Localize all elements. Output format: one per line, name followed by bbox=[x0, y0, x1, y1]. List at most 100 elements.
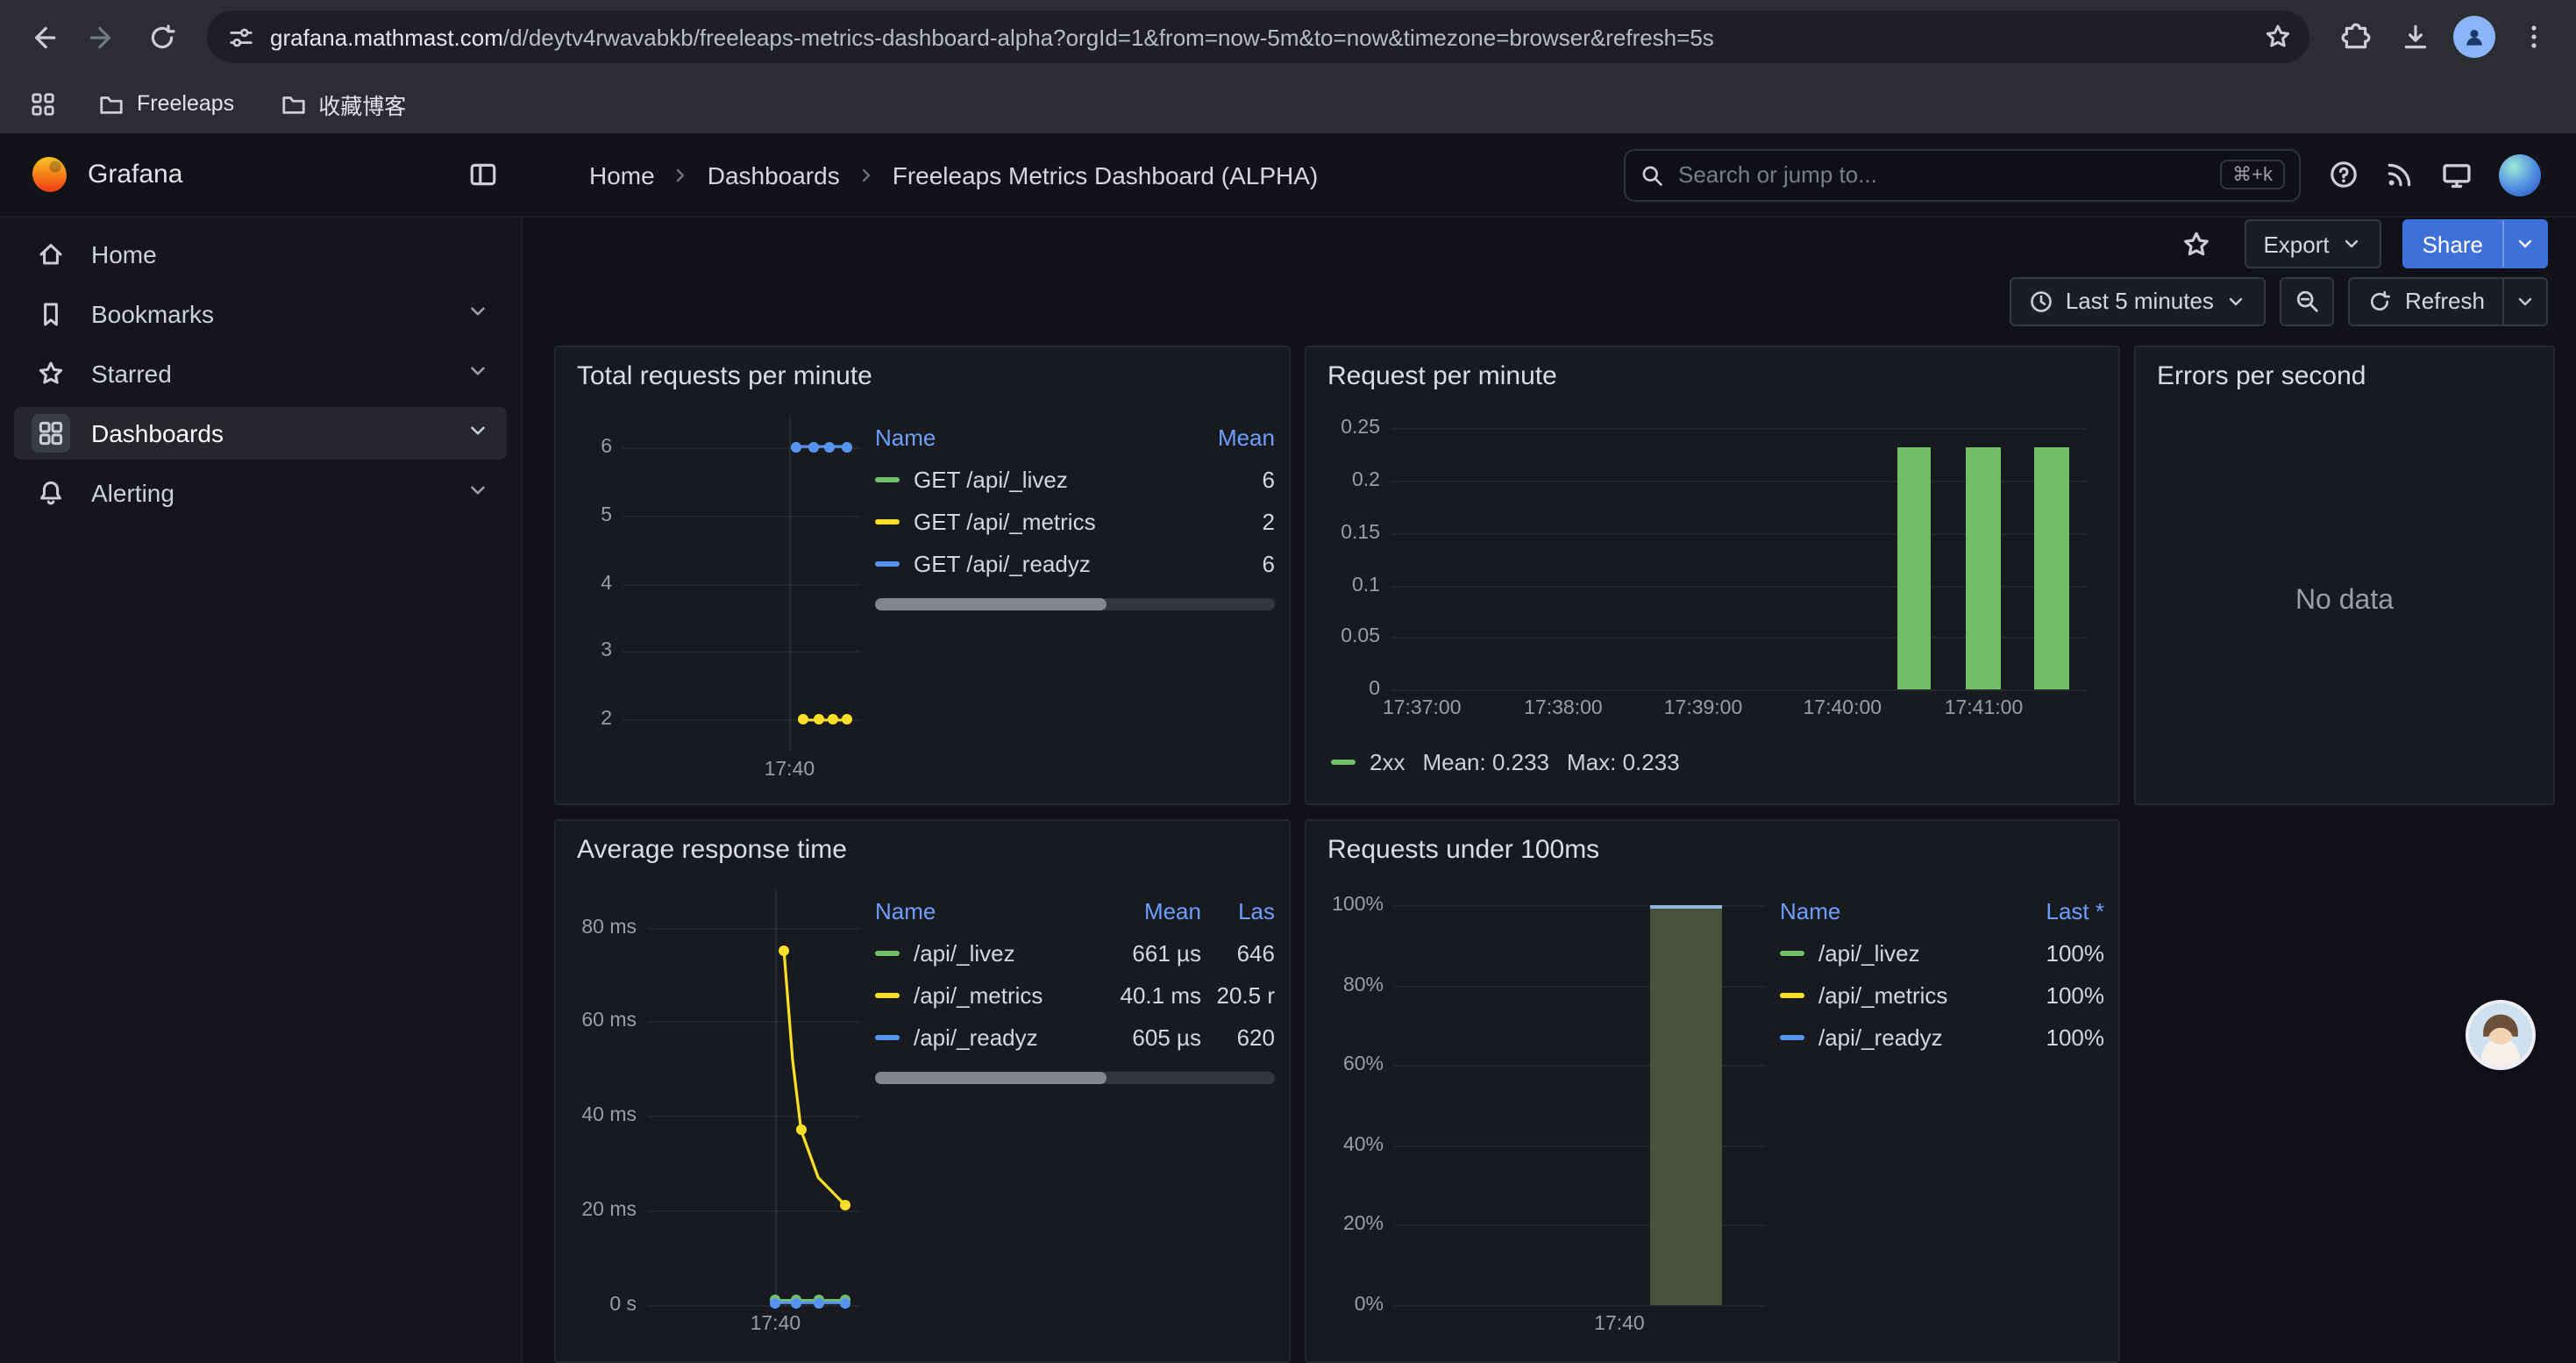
extensions-puzzle-icon[interactable] bbox=[2327, 9, 2383, 65]
sidebar-item-label: Bookmarks bbox=[91, 300, 214, 328]
chevron-down-icon bbox=[2515, 234, 2536, 255]
x-axis-label: 17:40 bbox=[751, 1316, 801, 1336]
reload-button[interactable] bbox=[133, 9, 189, 65]
panel-total-requests: Total requests per minute 2345617:40 Nam… bbox=[554, 346, 1291, 805]
bar-chart[interactable]: 00.050.10.150.20.2517:37:0017:38:0017:39… bbox=[1320, 402, 2104, 735]
grafana-logo[interactable] bbox=[28, 153, 70, 196]
back-button[interactable] bbox=[14, 9, 70, 65]
sidebar-item-label: Home bbox=[91, 240, 157, 268]
legend-mean-value: 661 µs bbox=[1089, 939, 1201, 966]
legend-row: GET /api/_metrics 2 bbox=[875, 500, 1275, 542]
panel-title[interactable]: Average response time bbox=[556, 821, 1289, 872]
scrollbar-thumb[interactable] bbox=[875, 598, 1107, 610]
legend-last-value: 20.5 r bbox=[1201, 981, 1275, 1008]
site-info-tune-icon[interactable] bbox=[228, 24, 254, 50]
share-split-button: Share bbox=[2403, 220, 2548, 269]
search-box[interactable]: ⌘+k bbox=[1624, 148, 2301, 201]
floating-avatar-widget[interactable] bbox=[2466, 1000, 2536, 1070]
legend-series-label[interactable]: 2xx bbox=[1331, 749, 1405, 775]
chart-bar bbox=[1896, 446, 1932, 689]
legend-series-label[interactable]: /api/_livez bbox=[875, 939, 1089, 966]
legend-row: /api/_readyz 100% bbox=[1780, 1016, 2104, 1058]
legend-header-last[interactable]: Last * bbox=[2017, 897, 2104, 924]
url-bar[interactable]: grafana.mathmast.com/d/deytv4rwavabkb/fr… bbox=[207, 11, 2309, 63]
series-name: /api/_metrics bbox=[914, 981, 1042, 1008]
legend-header-name[interactable]: Name bbox=[875, 424, 1180, 450]
legend-series-label[interactable]: GET /api/_livez bbox=[875, 466, 1180, 492]
x-axis-label: 17:37:00 bbox=[1383, 700, 1462, 720]
refresh-button[interactable]: Refresh bbox=[2349, 277, 2504, 326]
panel-title[interactable]: Request per minute bbox=[1306, 347, 2118, 398]
legend-header-last[interactable]: Las bbox=[1201, 897, 1275, 924]
panel-title[interactable]: Errors per second bbox=[2136, 347, 2553, 398]
legend-value: 6 bbox=[1180, 550, 1275, 576]
bookmark-item-freeleaps[interactable]: Freeleaps bbox=[84, 83, 248, 124]
legend-header-name[interactable]: Name bbox=[1780, 897, 2017, 924]
time-range-picker[interactable]: Last 5 minutes bbox=[2010, 277, 2266, 326]
export-button[interactable]: Export bbox=[2244, 220, 2381, 269]
chevron-down-icon[interactable] bbox=[466, 479, 489, 507]
help-icon[interactable] bbox=[2329, 160, 2359, 189]
legend-scrollbar[interactable] bbox=[875, 1072, 1275, 1084]
brand-area: Grafana bbox=[0, 153, 523, 196]
timeseries-chart[interactable]: 0 s20 ms40 ms60 ms80 ms17:40 bbox=[570, 875, 875, 1351]
panel-left-toggle-icon[interactable] bbox=[468, 160, 498, 189]
monitor-icon[interactable] bbox=[2441, 159, 2473, 190]
timeseries-chart[interactable]: 2345617:40 bbox=[570, 402, 875, 793]
rss-news-icon[interactable] bbox=[2385, 160, 2415, 189]
y-axis-label: 100% bbox=[1320, 896, 1384, 917]
share-button[interactable]: Share bbox=[2403, 220, 2502, 269]
search-input[interactable] bbox=[1678, 161, 2206, 188]
zoom-out-button[interactable] bbox=[2281, 277, 2335, 326]
sidebar-item-alerting[interactable]: Alerting bbox=[14, 467, 507, 519]
series-line bbox=[623, 416, 861, 751]
apps-grid-icon[interactable] bbox=[18, 79, 67, 128]
star-icon bbox=[32, 354, 70, 393]
sidebar-item-bookmarks[interactable]: Bookmarks bbox=[14, 288, 507, 340]
panels-grid: Total requests per minute 2345617:40 Nam… bbox=[523, 332, 2576, 1363]
browser-profile-avatar[interactable] bbox=[2446, 9, 2502, 65]
refresh-interval-button[interactable] bbox=[2504, 277, 2548, 326]
legend-series-label[interactable]: GET /api/_readyz bbox=[875, 550, 1180, 576]
y-axis-label: 80% bbox=[1320, 976, 1384, 996]
sidebar-item-dashboards[interactable]: Dashboards bbox=[14, 407, 507, 460]
chevron-down-icon[interactable] bbox=[466, 360, 489, 388]
browser-menu-dots-icon[interactable] bbox=[2506, 9, 2562, 65]
legend-header-mean[interactable]: Mean bbox=[1089, 897, 1201, 924]
bookmark-star-icon[interactable] bbox=[2253, 12, 2302, 61]
panel-title[interactable]: Requests under 100ms bbox=[1306, 821, 2118, 872]
legend-series-label[interactable]: /api/_metrics bbox=[1780, 981, 2017, 1008]
scrollbar-thumb[interactable] bbox=[875, 1072, 1107, 1084]
legend-series-label[interactable]: /api/_readyz bbox=[1780, 1024, 2017, 1050]
bar-chart[interactable]: 0%20%40%60%80%100%17:40 bbox=[1320, 875, 1780, 1351]
legend-value: 2 bbox=[1180, 508, 1275, 534]
legend-series-label[interactable]: /api/_metrics bbox=[875, 981, 1089, 1008]
series-name: GET /api/_readyz bbox=[914, 550, 1091, 576]
legend-series-label[interactable]: /api/_readyz bbox=[875, 1024, 1089, 1050]
dashboard-content: Export Share Last 5 minutes bbox=[523, 218, 2576, 1363]
x-axis-label: 17:41:00 bbox=[1945, 700, 2024, 720]
legend-series-label[interactable]: /api/_livez bbox=[1780, 939, 2017, 966]
chevron-down-icon[interactable] bbox=[466, 419, 489, 447]
sidebar-item-home[interactable]: Home bbox=[14, 228, 507, 281]
user-avatar[interactable] bbox=[2499, 153, 2541, 196]
series-name: /api/_livez bbox=[914, 939, 1015, 966]
share-menu-button[interactable] bbox=[2502, 220, 2548, 269]
downloads-button[interactable] bbox=[2387, 9, 2443, 65]
breadcrumb-dashboards[interactable]: Dashboards bbox=[708, 161, 840, 189]
legend-mean-value: 605 µs bbox=[1089, 1024, 1201, 1050]
breadcrumb-home[interactable]: Home bbox=[589, 161, 655, 189]
panel-title[interactable]: Total requests per minute bbox=[556, 347, 1289, 398]
y-axis-label: 0.25 bbox=[1320, 420, 1380, 440]
legend-series-label[interactable]: GET /api/_metrics bbox=[875, 508, 1180, 534]
chevron-down-icon bbox=[2226, 291, 2247, 312]
legend-header-name[interactable]: Name bbox=[875, 897, 1089, 924]
forward-button[interactable] bbox=[74, 9, 130, 65]
chevron-down-icon[interactable] bbox=[466, 300, 489, 328]
favorite-star-button[interactable] bbox=[2170, 220, 2223, 269]
bookmark-item-blog[interactable]: 收藏博客 bbox=[266, 80, 420, 127]
sidebar-item-starred[interactable]: Starred bbox=[14, 347, 507, 400]
legend-scrollbar[interactable] bbox=[875, 598, 1275, 610]
legend-header-mean[interactable]: Mean bbox=[1180, 424, 1275, 450]
sidebar-item-label: Alerting bbox=[91, 479, 174, 507]
